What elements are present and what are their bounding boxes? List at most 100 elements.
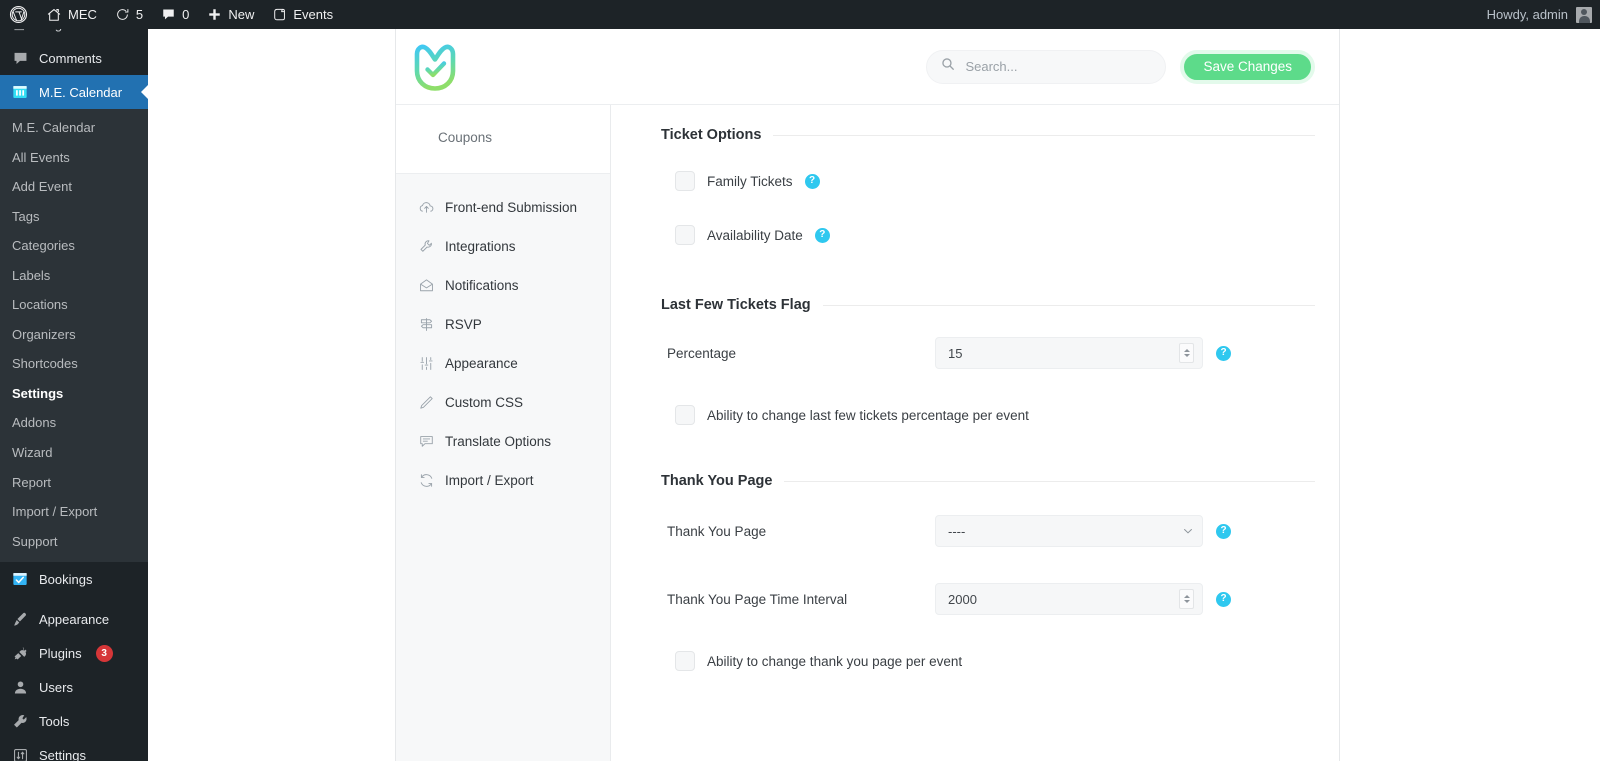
adminbar-updates[interactable]: 5 bbox=[106, 0, 152, 29]
mec-calendar-icon bbox=[10, 82, 30, 102]
percentage-stepper[interactable] bbox=[1179, 343, 1194, 363]
speech-bubble-icon bbox=[418, 433, 435, 450]
sidebar-item-settings-label: Settings bbox=[39, 747, 86, 761]
section-title-last-few-tickets-flag: Last Few Tickets Flag bbox=[661, 297, 811, 313]
pages-icon bbox=[10, 29, 30, 34]
percentage-number-input[interactable]: 15 bbox=[935, 337, 1203, 369]
nav-item-front-end-submission[interactable]: Front-end Submission bbox=[396, 188, 610, 227]
sidebar-item-bookings[interactable]: Bookings bbox=[0, 562, 148, 596]
nav-item-custom-css[interactable]: Custom CSS bbox=[396, 383, 610, 422]
adminbar-updates-count: 5 bbox=[135, 7, 144, 22]
adminbar-events[interactable]: Events bbox=[263, 0, 342, 29]
nav-item-notifications[interactable]: Notifications bbox=[396, 266, 610, 305]
adminbar-howdy-label: Howdy, admin bbox=[1486, 7, 1568, 22]
wp-body: Save Changes Coupons bbox=[148, 29, 1600, 761]
thank-you-page-select[interactable]: ---- bbox=[935, 515, 1203, 547]
comment-bubble-icon bbox=[10, 48, 30, 68]
wordpress-logo-icon bbox=[9, 5, 28, 24]
nav-item-front-end-submission-label: Front-end Submission bbox=[445, 199, 578, 215]
sidebar-subitem-report[interactable]: Report bbox=[0, 468, 148, 498]
sidebar-subitem-locations[interactable]: Locations bbox=[0, 290, 148, 320]
thank-you-page-time-interval-input[interactable]: 2000 bbox=[935, 583, 1203, 615]
sidebar-subitem-shortcodes[interactable]: Shortcodes bbox=[0, 349, 148, 379]
help-icon[interactable]: ? bbox=[1216, 591, 1231, 607]
save-changes-button[interactable]: Save Changes bbox=[1180, 49, 1315, 84]
help-icon[interactable]: ? bbox=[1216, 523, 1231, 539]
sidebar-subitem-support[interactable]: Support bbox=[0, 527, 148, 557]
sidebar-item-comments-label: Comments bbox=[39, 50, 102, 66]
field-thank-you-page-time-interval: Thank You Page Time Interval 2000 ? bbox=[667, 583, 1315, 615]
sidebar-item-plugins-label: Plugins bbox=[39, 645, 82, 661]
sidebar-item-tools-label: Tools bbox=[39, 713, 70, 729]
sidebar-item-settings[interactable]: Settings bbox=[0, 738, 148, 761]
help-icon[interactable]: ? bbox=[814, 227, 830, 243]
nav-item-translate-options[interactable]: Translate Options bbox=[396, 422, 610, 461]
section-divider bbox=[784, 480, 1315, 482]
sidebar-item-pages-label: Pages bbox=[39, 29, 76, 31]
settings-sliders-icon bbox=[10, 745, 30, 761]
sidebar-item-me-calendar[interactable]: M.E. Calendar bbox=[0, 75, 148, 109]
sidebar-subitem-tags[interactable]: Tags bbox=[0, 202, 148, 232]
mec-logo-icon bbox=[412, 41, 458, 93]
sidebar-subitem-organizers[interactable]: Organizers bbox=[0, 320, 148, 350]
plugins-update-badge: 3 bbox=[95, 644, 113, 662]
sidebar-item-comments[interactable]: Comments bbox=[0, 41, 148, 75]
sidebar-subitem-categories[interactable]: Categories bbox=[0, 231, 148, 261]
sidebar-subitem-wizard[interactable]: Wizard bbox=[0, 438, 148, 468]
family-tickets-checkbox[interactable] bbox=[675, 171, 695, 191]
nav-item-appearance[interactable]: Appearance bbox=[396, 344, 610, 383]
help-icon[interactable]: ? bbox=[1216, 345, 1231, 361]
availability-date-checkbox[interactable] bbox=[675, 225, 695, 245]
sidebar-item-pages[interactable]: Pages bbox=[0, 29, 148, 33]
sidebar-item-appearance[interactable]: Appearance bbox=[0, 602, 148, 636]
envelope-open-icon bbox=[418, 277, 435, 294]
nav-item-translate-options-label: Translate Options bbox=[445, 433, 552, 449]
adminbar-site-name-label: MEC bbox=[68, 7, 97, 22]
chevron-down-icon bbox=[1182, 525, 1194, 537]
adminbar-site-name[interactable]: MEC bbox=[37, 0, 106, 29]
adminbar-new-content[interactable]: New bbox=[198, 0, 263, 29]
field-availability-date: Availability Date ? bbox=[675, 225, 1315, 245]
nav-item-rsvp-label: RSVP bbox=[445, 316, 482, 332]
sidebar-subitem-settings[interactable]: Settings bbox=[0, 379, 148, 409]
sidebar-subitem-all-events[interactable]: All Events bbox=[0, 143, 148, 173]
adminbar-account[interactable]: Howdy, admin bbox=[1477, 0, 1600, 29]
sidebar-subitem-labels[interactable]: Labels bbox=[0, 261, 148, 291]
sidebar-subitem-add-event[interactable]: Add Event bbox=[0, 172, 148, 202]
search-box[interactable] bbox=[926, 49, 1167, 84]
sidebar-item-tools[interactable]: Tools bbox=[0, 704, 148, 738]
adminbar-comments[interactable]: 0 bbox=[152, 0, 198, 29]
sidebar-item-plugins[interactable]: Plugins 3 bbox=[0, 636, 148, 670]
sidebar-subitem-me-calendar[interactable]: M.E. Calendar bbox=[0, 113, 148, 143]
sidebar-item-bookings-label: Bookings bbox=[39, 571, 93, 587]
thank-you-page-time-interval-value: 2000 bbox=[948, 591, 977, 607]
help-icon[interactable]: ? bbox=[804, 173, 820, 189]
nav-item-custom-css-label: Custom CSS bbox=[445, 394, 524, 410]
mec-settings-panel: Save Changes Coupons bbox=[395, 29, 1340, 761]
field-change-last-few-percentage: Ability to change last few tickets perce… bbox=[675, 405, 1315, 425]
users-icon bbox=[10, 677, 30, 697]
thank-you-page-time-interval-stepper[interactable] bbox=[1179, 589, 1194, 609]
change-thank-you-page-checkbox[interactable] bbox=[675, 651, 695, 671]
wp-admin-sidebar: Pages Comments M.E. Calendar M.E. Calend… bbox=[0, 29, 148, 761]
nav-item-rsvp[interactable]: RSVP bbox=[396, 305, 610, 344]
adminbar-wordpress-logo[interactable] bbox=[0, 0, 37, 29]
mec-settings-nav-top-group: Coupons bbox=[396, 105, 610, 175]
wp-admin-bar: MEC 5 0 New Events Howdy, admin bbox=[0, 0, 1600, 29]
sidebar-item-users[interactable]: Users bbox=[0, 670, 148, 704]
nav-item-notifications-label: Notifications bbox=[445, 277, 519, 293]
mec-settings-content: Ticket Options Family Tickets ? Availabi… bbox=[611, 105, 1339, 761]
avatar bbox=[1576, 6, 1592, 23]
nav-item-import-export[interactable]: Import / Export bbox=[396, 461, 610, 500]
change-last-few-percentage-checkbox[interactable] bbox=[675, 405, 695, 425]
sidebar-subitem-import-export[interactable]: Import / Export bbox=[0, 497, 148, 527]
mec-header: Save Changes bbox=[396, 29, 1339, 105]
nav-item-coupons[interactable]: Coupons bbox=[396, 119, 610, 157]
sidebar-subitem-addons[interactable]: Addons bbox=[0, 408, 148, 438]
nav-item-integrations[interactable]: Integrations bbox=[396, 227, 610, 266]
nav-item-appearance-label: Appearance bbox=[445, 355, 518, 371]
search-input[interactable] bbox=[963, 58, 1152, 75]
appearance-brush-icon bbox=[10, 609, 30, 629]
section-divider bbox=[822, 304, 1315, 306]
pencil-icon bbox=[418, 394, 435, 411]
